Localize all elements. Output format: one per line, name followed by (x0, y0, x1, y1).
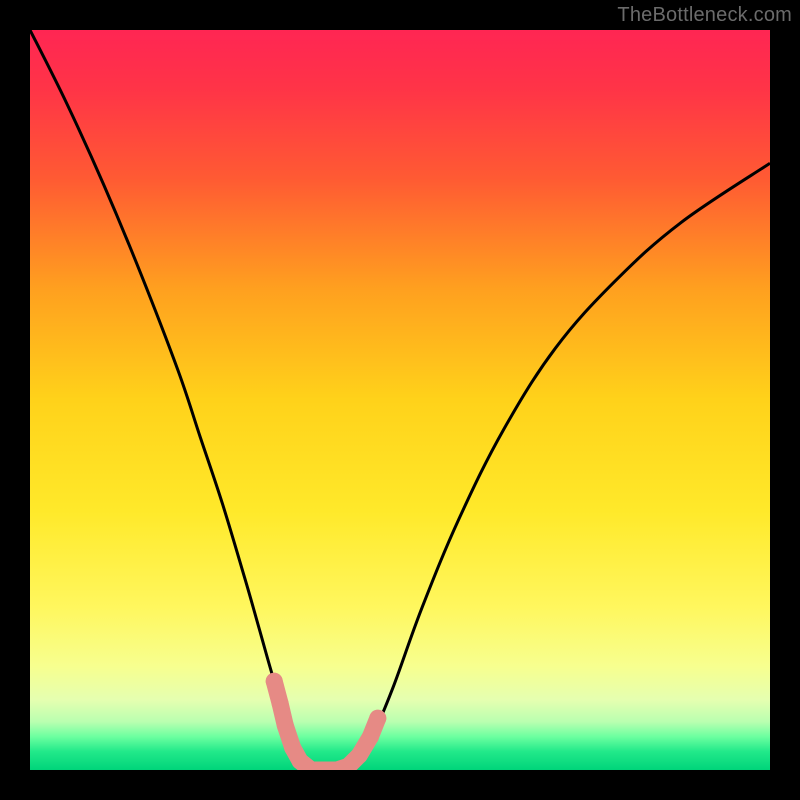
curve-layer (30, 30, 770, 770)
marker-dot (266, 673, 283, 690)
watermark-text: TheBottleneck.com (617, 4, 792, 27)
marker-group (266, 673, 387, 770)
plot-area (30, 30, 770, 770)
marker-dot (369, 710, 386, 727)
chart-frame: TheBottleneck.com (0, 0, 800, 800)
bottleneck-curve (30, 30, 770, 770)
